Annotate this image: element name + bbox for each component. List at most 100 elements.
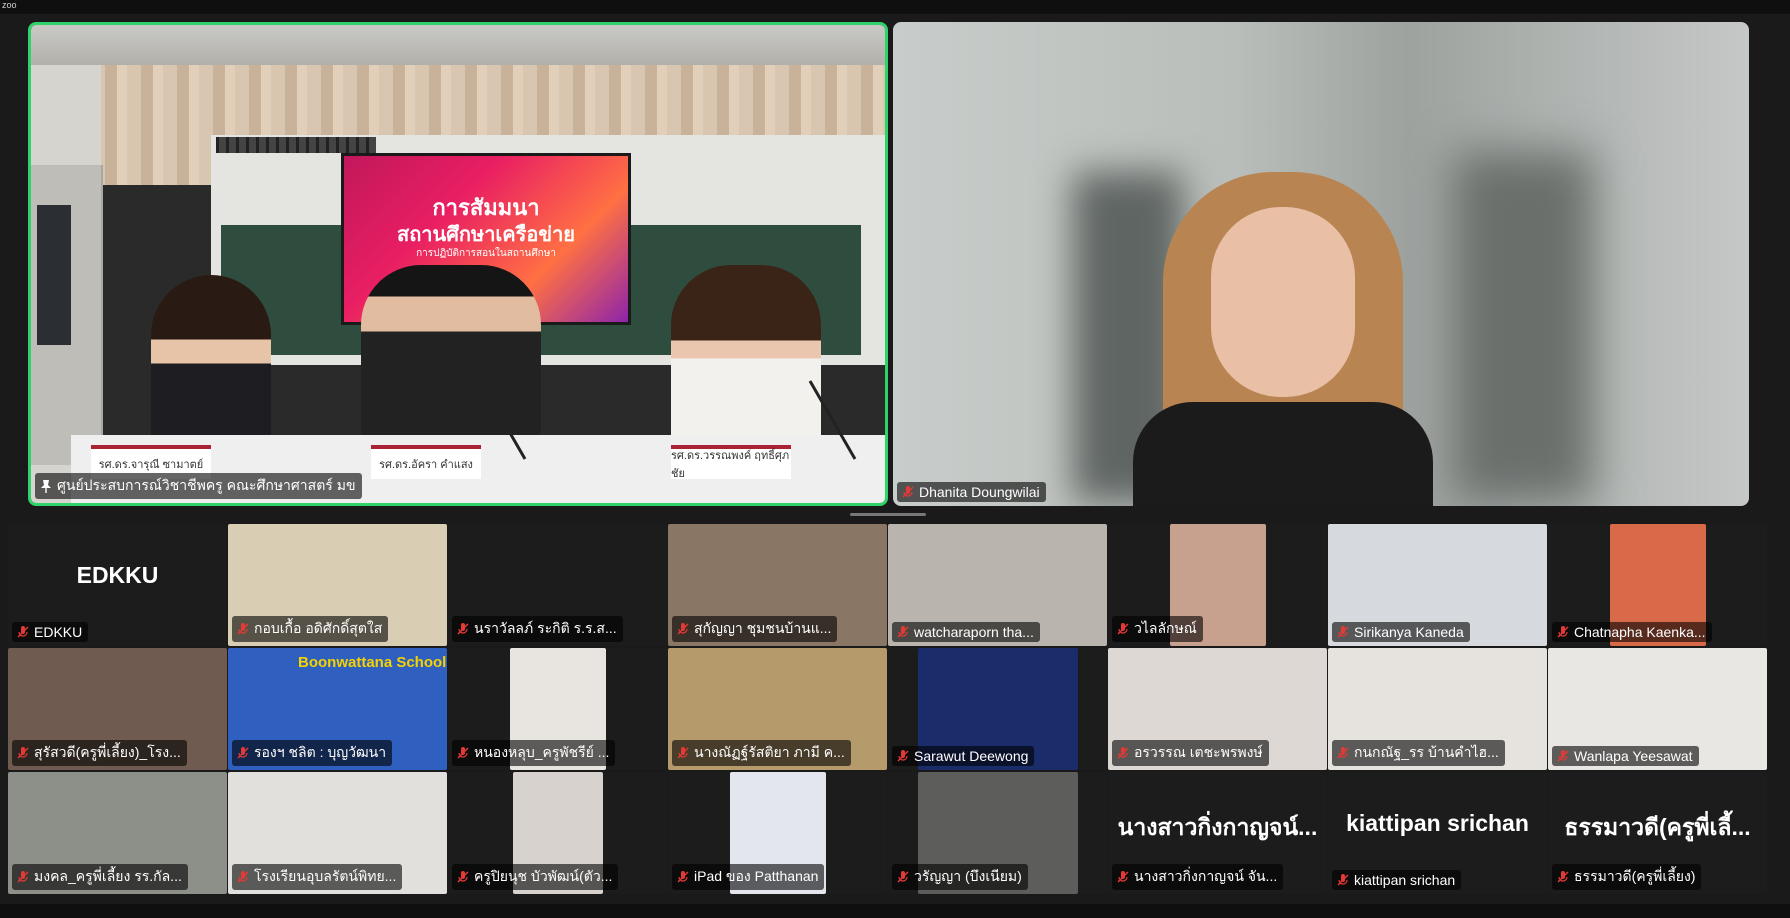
participant-display-name: kiattipan srichan	[1346, 810, 1529, 836]
slide-subtitle: การปฏิบัติการสอนในสถานศึกษา	[416, 248, 556, 259]
participant-name-label: หนองหลุบ_ครูพัชรีย์ ...	[452, 740, 616, 766]
gallery-tile[interactable]: นางสาวกิ่งกาญจน์... นางสาวกิ่งกาญจน์ จัน.…	[1108, 772, 1327, 894]
mic-muted-icon	[676, 870, 690, 884]
gallery-tile[interactable]: Chatnapha Kaenka...	[1548, 524, 1767, 646]
participant-name-label: Chatnapha Kaenka...	[1552, 622, 1712, 642]
participant-name-label: Sirikanya Kaneda	[1332, 622, 1470, 642]
participant-name: วรัญญา (บึงเนียม)	[914, 868, 1022, 884]
participant-name: Chatnapha Kaenka...	[1574, 624, 1706, 640]
mic-muted-icon	[896, 625, 910, 639]
participant-name: กนกณัฐ_รร บ้านคำไฮ...	[1354, 744, 1499, 760]
participant-name-label: ครูปิยนุช บัวพัฒน์(ตัว...	[452, 864, 619, 890]
participant-name-label: กนกณัฐ_รร บ้านคำไฮ...	[1332, 740, 1505, 766]
gallery-tile[interactable]: Sirikanya Kaneda	[1328, 524, 1547, 646]
participant-name: ศูนย์ประสบการณ์วิชาชีพครู คณะศึกษาศาสตร์…	[57, 477, 356, 493]
gallery-tile[interactable]: หนองหลุบ_ครูพัชรีย์ ...	[448, 648, 667, 770]
participant-name-label: iPad ของ Patthanan	[672, 864, 825, 890]
resize-handle[interactable]	[850, 513, 926, 516]
participant-display-name: นางสาวกิ่งกาญจน์...	[1117, 814, 1318, 840]
participant-name: Sirikanya Kaneda	[1354, 624, 1464, 640]
gallery-tile[interactable]: กอบเกื้อ อดิศักดิ์สุตใส	[228, 524, 447, 646]
gallery-tile[interactable]: วไลลักษณ์	[1108, 524, 1327, 646]
scene-cabinet	[31, 165, 103, 465]
pin-icon	[39, 479, 53, 493]
gallery-tile[interactable]: ครูปิยนุช บัวพัฒน์(ตัว...	[448, 772, 667, 894]
mic-muted-icon	[1556, 870, 1570, 884]
mic-muted-icon	[1116, 870, 1130, 884]
mic-muted-icon	[1336, 873, 1350, 887]
participant-display-name: EDKKU	[76, 562, 159, 588]
mic-muted-icon	[1336, 625, 1350, 639]
participant-name: watcharaporn tha...	[914, 624, 1034, 640]
participant-name-label: นางสาวกิ่งกาญจน์ จัน...	[1112, 864, 1284, 890]
participant-name-label: สุกัญญา ชุมชนบ้านแ...	[672, 616, 838, 642]
participant-name-label: EDKKU	[12, 622, 89, 642]
participant-name: ธรรมาวดี(ครูพี่เลี้ยง)	[1574, 868, 1696, 884]
mic-muted-icon	[1116, 746, 1130, 760]
participant-name-label: สุรัสวดี(ครูพี่เลี้ยง)_โรง...	[12, 740, 187, 766]
participant-name-label: มงคล_ครูพี่เลี้ยง รร.กัล...	[12, 864, 188, 890]
gallery-tile[interactable]: อรวรรณ เตชะพรพงษ์	[1108, 648, 1327, 770]
participant-name: นางสาวกิ่งกาญจน์ จัน...	[1134, 868, 1278, 884]
participant-name: EDKKU	[34, 624, 83, 640]
speaker-tile[interactable]: Dhanita Doungwilai	[893, 22, 1749, 506]
participant-name-label: Dhanita Doungwilai	[897, 482, 1046, 502]
mic-muted-icon	[456, 746, 470, 760]
gallery-tile[interactable]: iPad ของ Patthanan	[668, 772, 887, 894]
participant-name: iPad ของ Patthanan	[694, 868, 819, 884]
participant-name-label: กอบเกื้อ อดิศักดิ์สุตใส	[232, 616, 389, 642]
participant-name: นราวัลลภ์ ระกิติ ร.ร.ส...	[474, 620, 617, 636]
participant-name: อรวรรณ เตชะพรพงษ์	[1134, 744, 1263, 760]
mic-muted-icon	[1336, 746, 1350, 760]
participant-name: Sarawut Deewong	[914, 748, 1029, 764]
participant-name: Wanlapa Yeesawat	[1574, 748, 1693, 764]
participant-name-label: รองฯ ชลิต : บุญวัฒนา	[232, 740, 393, 766]
gallery-tile[interactable]: สุกัญญา ชุมชนบ้านแ...	[668, 524, 887, 646]
gallery-tile[interactable]: Sarawut Deewong	[888, 648, 1107, 770]
gallery-tile[interactable]: กนกณัฐ_รร บ้านคำไฮ...	[1328, 648, 1547, 770]
top-indicator: zoo	[2, 0, 17, 10]
participant-name-label: kiattipan srichan	[1332, 870, 1462, 890]
participant-display-name: ธรรมาวดี(ครูพี่เลี้...	[1564, 814, 1751, 840]
participant-name-label: วรัญญา (บึงเนียม)	[892, 864, 1028, 890]
mic-muted-icon	[676, 746, 690, 760]
participant-name: Dhanita Doungwilai	[919, 484, 1040, 500]
participant-figure	[1133, 162, 1433, 506]
participant-name: หนองหลุบ_ครูพัชรีย์ ...	[474, 744, 610, 760]
participant-name-label: ศูนย์ประสบการณ์วิชาชีพครู คณะศึกษาศาสตร์…	[35, 473, 362, 499]
participant-name: kiattipan srichan	[1354, 872, 1456, 888]
gallery-tile[interactable]: ธรรมาวดี(ครูพี่เลี้... ธรรมาวดี(ครูพี่เลี…	[1548, 772, 1767, 894]
mic-muted-icon	[896, 870, 910, 884]
participant-name: รองฯ ชลิต : บุญวัฒนา	[254, 744, 387, 760]
participant-name: นางณัฏฐ์รัสติยา ภามี ค...	[694, 744, 845, 760]
gallery-tile[interactable]: โรงเรียนอุบลรัตน์พิทย...	[228, 772, 447, 894]
gallery-tile[interactable]: วรัญญา (บึงเนียม)	[888, 772, 1107, 894]
nameplate: รศ.ดร.อัครา คำแสง	[371, 445, 481, 479]
mic-muted-icon	[16, 746, 30, 760]
bottom-bar	[0, 904, 1790, 918]
gallery-tile[interactable]: Wanlapa Yeesawat	[1548, 648, 1767, 770]
gallery-tile[interactable]: นางณัฏฐ์รัสติยา ภามี ค...	[668, 648, 887, 770]
mic-muted-icon	[16, 870, 30, 884]
gallery-tile[interactable]: watcharaporn tha...	[888, 524, 1107, 646]
gallery-tile[interactable]: นราวัลลภ์ ระกิติ ร.ร.ส...	[448, 524, 667, 646]
mic-muted-icon	[16, 625, 30, 639]
gallery-tile[interactable]: มงคล_ครูพี่เลี้ยง รร.กัล...	[8, 772, 227, 894]
gallery-tile[interactable]: สุรัสวดี(ครูพี่เลี้ยง)_โรง...	[8, 648, 227, 770]
participant-name-label: Wanlapa Yeesawat	[1552, 746, 1699, 766]
nameplate: รศ.ดร.วรรณพงค์ ฤทธิ์ศุภชัย	[671, 445, 791, 480]
participant-name-label: Sarawut Deewong	[892, 746, 1035, 766]
gallery-tile[interactable]: kiattipan srichan kiattipan srichan	[1328, 772, 1547, 894]
gallery-tile[interactable]: Boonwattana School รองฯ ชลิต : บุญวัฒนา	[228, 648, 447, 770]
scene-ceiling	[31, 25, 885, 65]
mic-muted-icon	[1556, 625, 1570, 639]
scene-equipment	[216, 137, 376, 153]
participant-name-label: โรงเรียนอุบลรัตน์พิทย...	[232, 864, 403, 890]
mic-muted-icon	[1116, 622, 1130, 636]
top-bar: zoo	[0, 0, 1790, 14]
mic-muted-icon	[236, 622, 250, 636]
participant-name-label: นราวัลลภ์ ระกิติ ร.ร.ส...	[452, 616, 623, 642]
active-speaker-tile[interactable]: การสัมมนา สถานศึกษาเครือข่าย การปฏิบัติก…	[28, 22, 888, 506]
participant-figure-right	[671, 265, 821, 445]
gallery-tile[interactable]: EDKKU EDKKU	[8, 524, 227, 646]
